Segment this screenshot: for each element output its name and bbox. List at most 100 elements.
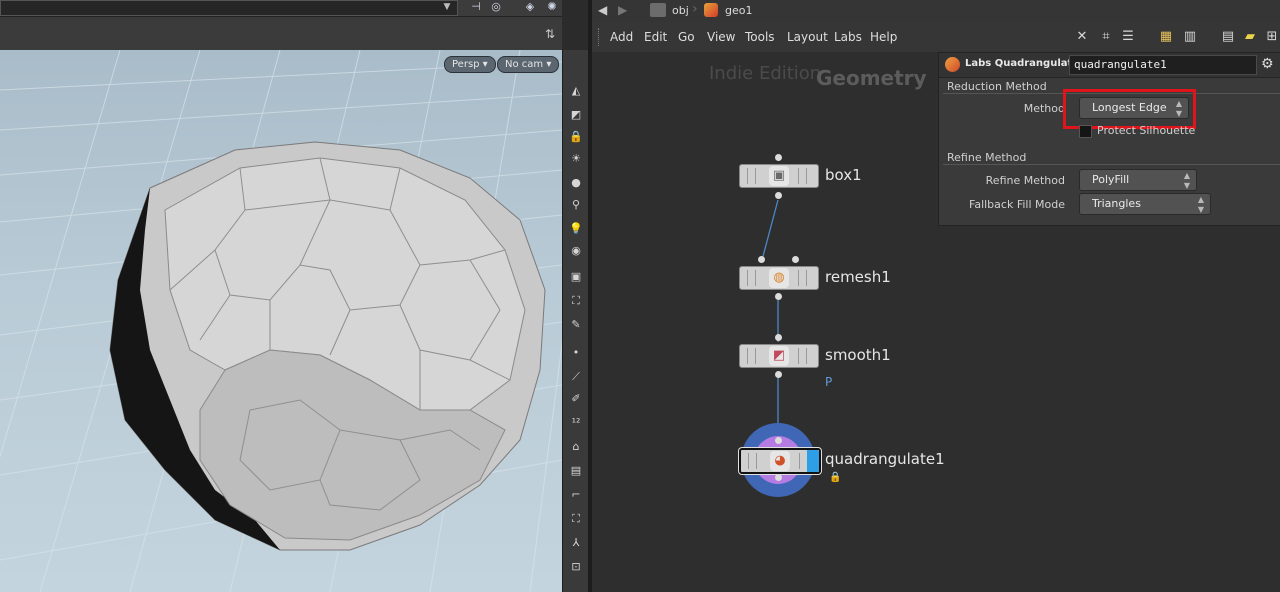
pin-icon[interactable]: ⊣ [468, 0, 484, 14]
back-arrow-icon[interactable]: ◀ [598, 3, 607, 17]
grid-view-icon[interactable]: ▦ [1158, 29, 1174, 45]
group-divider [943, 164, 1280, 165]
output-port[interactable] [775, 371, 782, 378]
menu-labs[interactable]: Labs [834, 30, 862, 44]
pen-icon[interactable]: ✐ [567, 390, 585, 408]
output-port[interactable] [775, 192, 782, 199]
camera-menu-label: Persp [452, 59, 480, 70]
display-icon[interactable]: ◭ [567, 82, 585, 100]
group-reduction-method[interactable]: Reduction Method [947, 80, 1047, 93]
tile-view-icon[interactable]: ▥ [1182, 29, 1198, 45]
input-port[interactable] [775, 437, 782, 444]
frame-icon[interactable]: ⛶ [567, 510, 585, 528]
sphere-icon[interactable]: ● [567, 174, 585, 192]
protect-silhouette-checkbox[interactable] [1079, 125, 1092, 138]
smooth-icon: ◩ [769, 346, 789, 366]
lock-icon[interactable]: 🔒 [567, 128, 585, 146]
node-type-label: Labs Quadrangulate [965, 58, 1080, 69]
node-label-quadrangulate1[interactable]: quadrangulate1 [825, 450, 945, 468]
no-cam-menu-label: No cam [505, 59, 544, 70]
display-flag-icon[interactable] [807, 450, 819, 472]
viewport-header-bar: ⇅ ? [0, 20, 562, 51]
path-geo1[interactable]: geo1 [725, 4, 752, 17]
render-icon[interactable]: ▣ [567, 268, 585, 286]
viewport-path-field[interactable] [0, 0, 458, 16]
path-obj[interactable]: obj [672, 4, 689, 17]
3d-scene[interactable]: Persp ▾ No cam ▾ [0, 49, 562, 592]
camera-menu-button[interactable]: Persp ▾ [444, 56, 496, 73]
node-smooth1[interactable]: ◩ [739, 344, 819, 368]
paint-icon[interactable]: ✎ [567, 316, 585, 334]
menu-add[interactable]: Add [610, 30, 633, 44]
node-label-box1[interactable]: box1 [825, 166, 862, 184]
ghost-icon[interactable]: ◩ [567, 106, 585, 124]
gear-icon[interactable]: ⚙ [1261, 56, 1274, 72]
select-icon[interactable]: ⛶ [567, 292, 585, 310]
menu-grip [598, 28, 602, 46]
spinner-arrows-icon: ▲ ▼ [1183, 171, 1190, 190]
path-bar: ◀ ▶ obj › geo1 [592, 0, 1280, 23]
display-options-icon[interactable]: ◈ [522, 0, 538, 14]
input-port[interactable] [792, 256, 799, 263]
node-box1[interactable]: ▣ [739, 164, 819, 188]
point-icon[interactable]: • [567, 344, 585, 362]
node-label-remesh1[interactable]: remesh1 [825, 268, 891, 286]
node-name-field[interactable]: quadrangulate1 [1069, 55, 1257, 75]
camera-icon[interactable]: ◉ [567, 242, 585, 260]
scene-render [0, 49, 562, 592]
remeshed-object [109, 141, 546, 551]
bound-icon[interactable]: ⌐ [567, 486, 585, 504]
parameter-header: Labs Quadrangulate quadrangulate1 ⚙ [939, 53, 1280, 78]
refine-method-select[interactable]: PolyFill ▲ ▼ [1079, 169, 1197, 191]
edition-watermark: Indie Edition [709, 63, 822, 84]
bulb-icon[interactable]: 💡 [567, 220, 585, 238]
edge-icon[interactable]: ⟋ [567, 368, 585, 386]
obj-folder-icon [650, 3, 666, 17]
output-port[interactable] [775, 474, 782, 481]
globe-icon[interactable]: ✺ [544, 0, 560, 14]
axis-icon[interactable]: ⅄ [567, 534, 585, 552]
display-flags-icon[interactable]: ▤ [1220, 29, 1236, 45]
menu-help[interactable]: Help [870, 30, 897, 44]
scene-viewport-pane: ▼ ⊣ ◎ ◈ ✺ ■ ⇅ ? [0, 0, 562, 592]
menu-tools[interactable]: Tools [745, 30, 775, 44]
input-port[interactable] [775, 334, 782, 341]
input-port[interactable] [758, 256, 765, 263]
no-cam-menu-button[interactable]: No cam ▾ [497, 56, 560, 73]
menu-view[interactable]: View [707, 30, 735, 44]
network-box-icon[interactable]: ⊞ [1264, 29, 1280, 45]
method-label: Method [1023, 102, 1065, 115]
fallback-fill-mode-label: Fallback Fill Mode [969, 198, 1065, 211]
node-remesh1[interactable]: ◍ [739, 266, 819, 290]
stack-icon[interactable]: ▤ [567, 462, 585, 480]
brush-icon[interactable]: ⌂ [567, 438, 585, 456]
fallback-fill-mode-select[interactable]: Triangles ▲ ▼ [1079, 193, 1211, 215]
light-icon[interactable]: ☀ [567, 150, 585, 168]
menu-layout[interactable]: Layout [787, 30, 828, 44]
parameter-panel: Labs Quadrangulate quadrangulate1 ⚙ Redu… [938, 52, 1280, 226]
link-icon[interactable]: ◎ [488, 0, 504, 14]
remesh-icon: ◍ [769, 268, 789, 288]
snap-icon[interactable]: ⚲ [567, 196, 585, 214]
menu-go[interactable]: Go [678, 30, 695, 44]
sticky-note-icon[interactable]: ▰ [1242, 29, 1258, 45]
forward-arrow-icon[interactable]: ▶ [618, 3, 627, 17]
grid-icon[interactable]: ⊡ [567, 558, 585, 576]
viewport-top-toolbar: ▼ ⊣ ◎ ◈ ✺ ■ [0, 0, 562, 17]
output-port[interactable] [775, 293, 782, 300]
fallback-fill-mode-value: Triangles [1092, 197, 1141, 210]
highlight-box [1063, 89, 1196, 129]
menu-edit[interactable]: Edit [644, 30, 667, 44]
number-icon[interactable]: ¹² [567, 414, 585, 432]
tree-icon[interactable]: ⌗ [1098, 29, 1114, 45]
lock-icon: 🔒 [829, 472, 842, 483]
refine-method-value: PolyFill [1092, 173, 1130, 186]
group-refine-method[interactable]: Refine Method [947, 151, 1026, 164]
node-label-smooth1[interactable]: smooth1 [825, 346, 891, 364]
tools-icon[interactable]: ✕ [1074, 29, 1090, 45]
list-icon[interactable]: ☰ [1120, 29, 1136, 45]
shading-options-icon[interactable]: ⇅ [542, 26, 558, 42]
input-port[interactable] [775, 154, 782, 161]
chevron-down-icon[interactable]: ▼ [440, 2, 454, 14]
node-quadrangulate1[interactable]: ◕ [739, 448, 821, 474]
